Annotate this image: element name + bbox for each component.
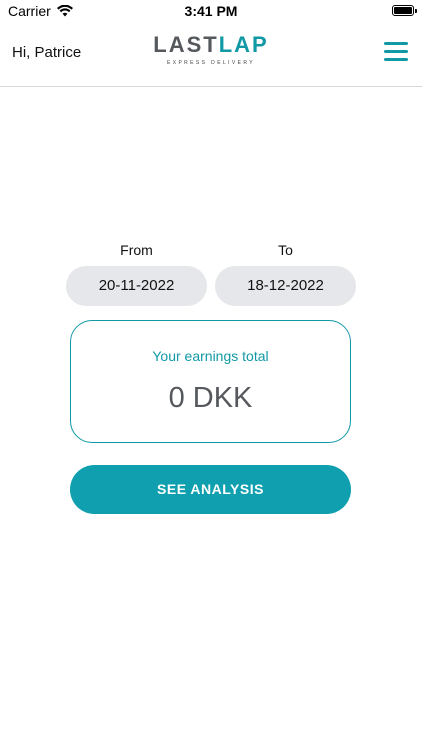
logo-wordmark: LASTLAP [0,32,422,58]
earnings-value: 0 DKK [168,382,253,414]
logo-part-lap: LAP [218,32,269,57]
earnings-card: Your earnings total 0 DKK [70,320,351,443]
battery-icon [392,5,417,16]
to-date-group: To 18-12-2022 [215,242,356,306]
from-date-picker[interactable]: 20-11-2022 [66,266,207,306]
app-logo: LASTLAP EXPRESS DELIVERY [0,32,422,66]
from-label: From [120,242,153,258]
see-analysis-button[interactable]: SEE ANALYSIS [70,465,351,514]
status-time: 3:41 PM [184,3,238,19]
to-label: To [278,242,293,258]
status-bar: Carrier 3:41 PM [0,0,422,22]
earnings-screen: Carrier 3:41 PM Hi, Patrice LASTLAP EXPR… [0,0,422,750]
app-header: Hi, Patrice LASTLAP EXPRESS DELIVERY [0,22,422,87]
logo-tagline: EXPRESS DELIVERY [166,60,256,66]
earnings-label: Your earnings total [152,348,269,364]
hamburger-menu-icon[interactable] [384,42,408,62]
date-range: From 20-11-2022 To 18-12-2022 [66,242,356,306]
from-date-group: From 20-11-2022 [66,242,207,306]
logo-part-last: LAST [153,32,219,57]
to-date-picker[interactable]: 18-12-2022 [215,266,356,306]
